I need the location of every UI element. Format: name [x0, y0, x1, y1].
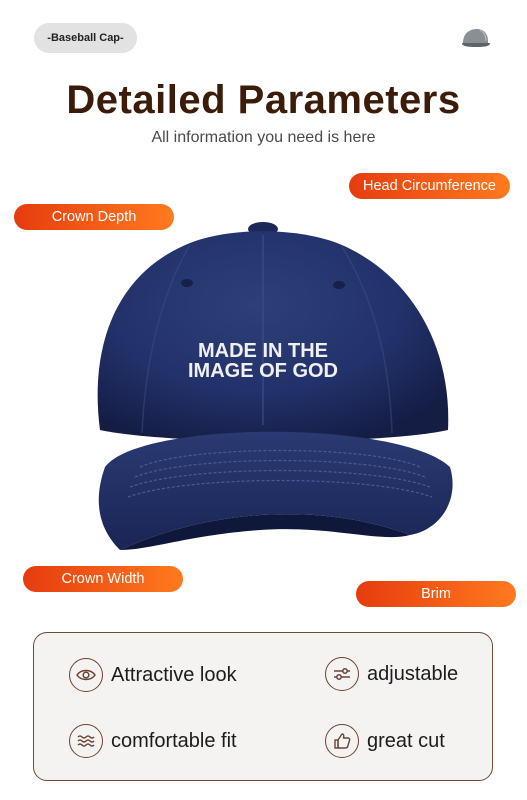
embroidery-line-2: IMAGE OF GOD [188, 360, 338, 382]
tag-brim: Brim [356, 581, 516, 607]
thumbs-up-icon [325, 724, 359, 758]
page-subtitle: All information you need is here [151, 129, 376, 146]
tag-head-circumference: Head Circumference [349, 173, 510, 199]
feature-label: comfortable fit [111, 729, 237, 752]
tag-crown-width: Crown Width [23, 566, 183, 592]
feature-label: adjustable [367, 662, 459, 685]
feature-attractive-look: Attractive look [69, 658, 237, 692]
feature-great-cut: great cut [325, 724, 445, 758]
feature-label: Attractive look [111, 663, 237, 686]
features-panel: Attractive look adjustable comfortable f… [33, 632, 493, 781]
sliders-icon [325, 657, 359, 691]
category-pill: -Baseball Cap- [34, 23, 137, 53]
eye-icon [69, 658, 103, 692]
feature-comfortable-fit: comfortable fit [69, 724, 237, 758]
cap-icon [462, 29, 490, 47]
feature-adjustable: adjustable [325, 657, 458, 691]
baseball-cap-image: MADE IN THE IMAGE OF GOD [97, 222, 453, 550]
waves-icon [69, 724, 103, 758]
page-title: Detailed Parameters [66, 78, 461, 122]
feature-label: great cut [367, 729, 445, 752]
embroidery-line-1: MADE IN THE [198, 340, 328, 362]
